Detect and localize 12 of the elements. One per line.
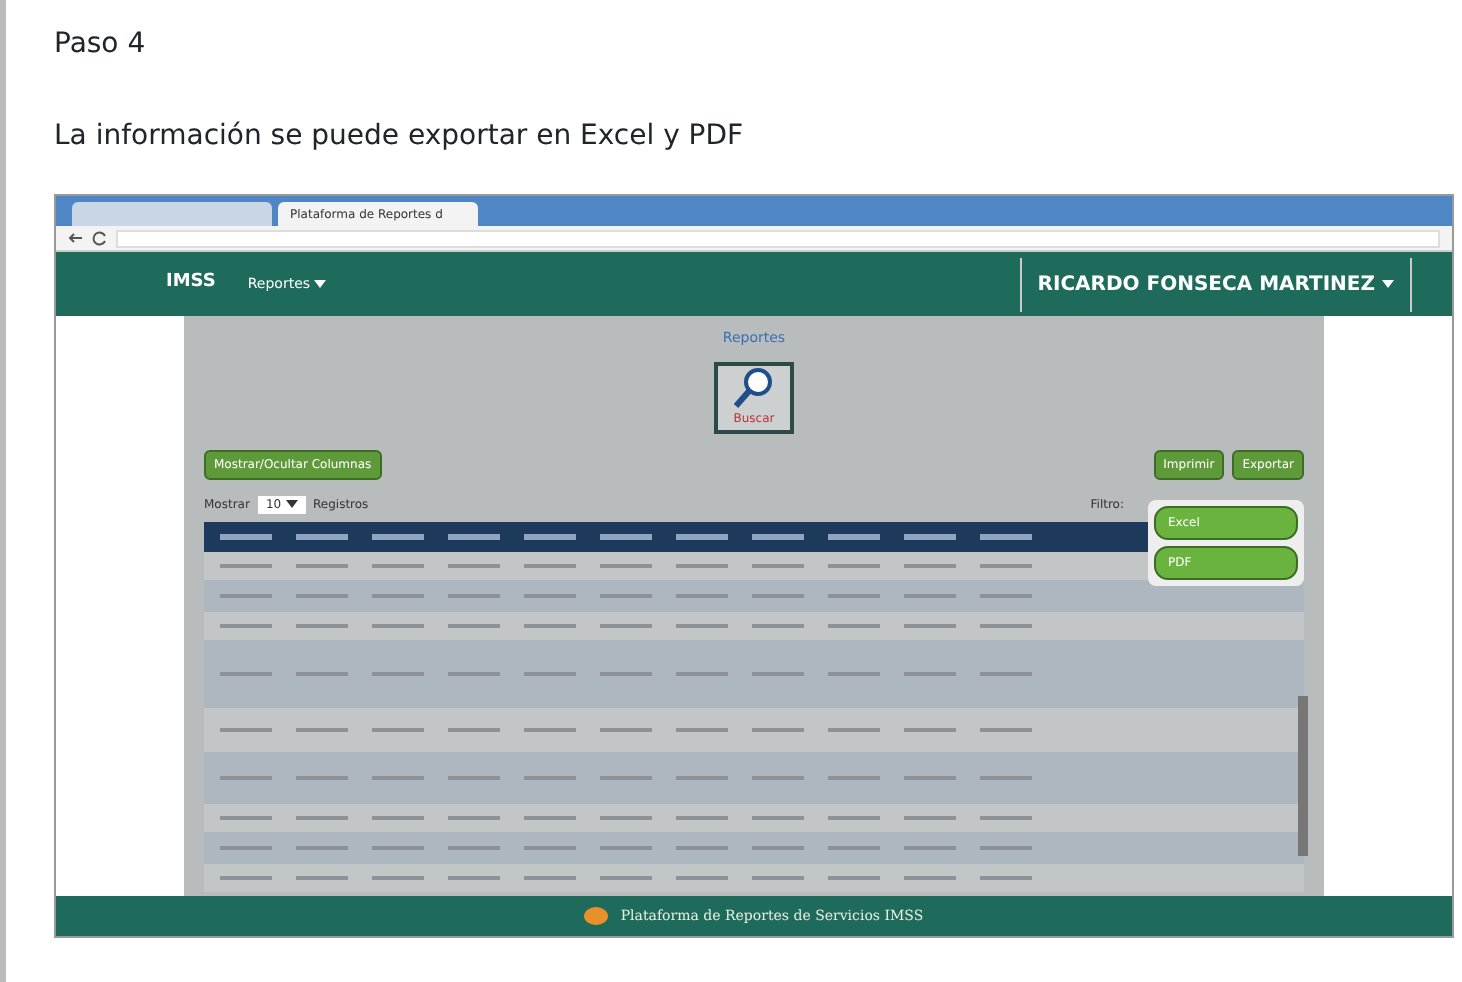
caret-icon: [1382, 279, 1394, 288]
instruction-text: La información se puede exportar en Excel y PDF: [54, 118, 744, 156]
caret-icon: [314, 279, 327, 288]
user-menu[interactable]: RICARDO FONSECA MARTINEZ: [1019, 257, 1412, 311]
step-heading: Paso 4: [54, 26, 148, 64]
address-field[interactable]: [116, 229, 1440, 247]
search-icon: [732, 366, 776, 410]
reload-icon[interactable]: [92, 230, 108, 246]
logo-icon: [584, 906, 609, 926]
navbar-brand[interactable]: IMSS: [166, 270, 216, 298]
back-icon[interactable]: [68, 230, 84, 246]
caret-icon: [285, 499, 297, 508]
